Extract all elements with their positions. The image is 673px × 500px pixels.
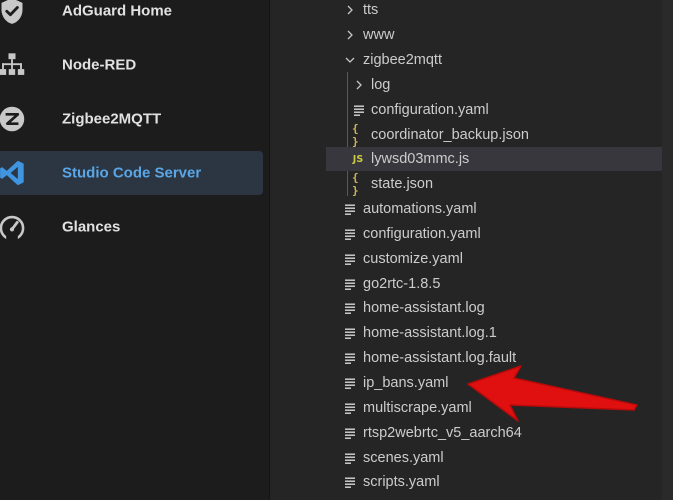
- red-arrow-annotation: [467, 365, 638, 422]
